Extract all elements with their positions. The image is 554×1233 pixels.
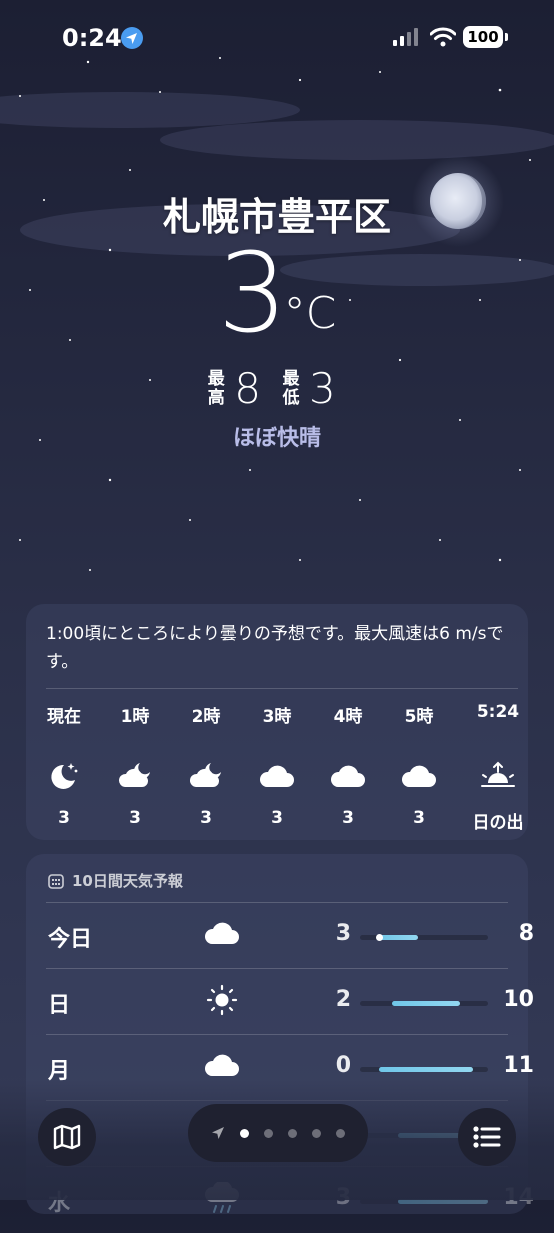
hour-temp: 3 <box>58 808 70 828</box>
divider <box>46 688 518 689</box>
hour-time: 現在 <box>47 707 81 727</box>
cellular-signal-icon <box>393 28 418 46</box>
page-dot[interactable] <box>288 1128 297 1138</box>
calendar-icon <box>48 873 64 889</box>
forecast-summary: 1:00頃にところにより曇りの予想です。最大風速は6 m/sです。 <box>46 624 504 672</box>
day-low: 0 <box>335 1053 351 1078</box>
hour-temp: 3 <box>342 808 354 828</box>
status-time: 0:24 <box>62 24 122 52</box>
temp-range-fill <box>379 1067 473 1072</box>
day-row[interactable]: 今日 3 8 <box>46 902 534 969</box>
hour-item: 4時 3 <box>312 702 384 828</box>
page-dot[interactable] <box>312 1128 321 1138</box>
cloud-moon-icon <box>189 763 221 787</box>
location-list-button[interactable] <box>458 1108 516 1166</box>
temp-range-bar <box>360 1067 488 1072</box>
low-label: 最低 <box>282 368 300 408</box>
hour-temp: 3 <box>129 808 141 828</box>
map-icon <box>53 1124 81 1150</box>
day-row[interactable]: 日 2 10 <box>46 968 534 1035</box>
hour-temp: 日の出 <box>472 813 524 833</box>
day-high: 8 <box>518 921 534 946</box>
page-dot[interactable] <box>336 1128 345 1138</box>
cloud-moon-icon <box>118 763 150 787</box>
day-name: 日 <box>48 993 71 1018</box>
wifi-icon <box>430 27 456 47</box>
hour-item: 2時 3 <box>170 702 242 828</box>
day-name: 今日 <box>48 927 93 952</box>
moon-stars-icon <box>51 763 78 789</box>
high-low-temps: 最高 8 最低 3 <box>0 364 554 413</box>
map-button[interactable] <box>38 1108 96 1166</box>
battery-indicator: 100 <box>463 26 508 48</box>
low-temp: 3 <box>309 364 336 413</box>
cloud-icon <box>401 765 436 787</box>
current-temperature: 3°C <box>0 238 554 348</box>
hour-temp: 3 <box>413 808 425 828</box>
day-low: 3 <box>335 921 351 946</box>
high-label: 最高 <box>207 368 225 408</box>
cloud-icon <box>204 922 239 944</box>
page-dot[interactable] <box>240 1128 249 1138</box>
cloud-icon <box>259 765 294 787</box>
hourly-forecast-card[interactable]: 1:00頃にところにより曇りの予想です。最大風速は6 m/sです。 現在 3 1… <box>26 604 528 840</box>
ten-day-header: 10日間天気予報 <box>48 870 183 891</box>
current-temp-value: 3 <box>217 229 288 357</box>
hour-item: 5:24 日の出 <box>462 702 534 833</box>
current-location-icon <box>212 1127 224 1139</box>
cloud-icon <box>330 765 365 787</box>
cloud-icon <box>204 1054 239 1076</box>
hour-item: 現在 3 <box>28 702 100 828</box>
hour-time: 1時 <box>120 707 150 727</box>
sun-icon <box>206 984 238 1016</box>
day-low: 2 <box>335 987 351 1012</box>
page-dot[interactable] <box>264 1128 273 1138</box>
temp-range-fill <box>379 935 418 940</box>
hour-time: 4時 <box>333 707 363 727</box>
temp-unit: °C <box>283 288 337 339</box>
page-indicator[interactable] <box>188 1104 368 1162</box>
hour-item: 1時 3 <box>99 702 171 828</box>
hour-temp: 3 <box>271 808 283 828</box>
condition-text: ほぼ快晴 <box>232 426 321 451</box>
temp-range-bar <box>360 934 488 941</box>
day-high: 11 <box>503 1053 534 1078</box>
day-high: 10 <box>503 987 534 1012</box>
status-bar: 0:24 100 <box>0 0 554 76</box>
hour-item: 5時 3 <box>383 702 455 828</box>
hour-time: 2時 <box>191 707 221 727</box>
ten-day-title: 10日間天気予報 <box>72 872 183 890</box>
sunrise-icon <box>481 761 515 787</box>
hour-time: 5時 <box>404 707 434 727</box>
hour-time: 3時 <box>262 707 292 727</box>
list-icon <box>473 1126 501 1148</box>
high-temp: 8 <box>234 364 261 413</box>
location-arrow-icon <box>121 27 143 49</box>
hour-time: 5:24 <box>476 702 520 722</box>
hourly-list[interactable]: 現在 3 1時 3 2時 3 3時 3 4時 3 5時 3 5:24 日の出 <box>26 702 528 833</box>
hour-temp: 3 <box>200 808 212 828</box>
temp-range-fill <box>392 1001 460 1006</box>
hour-item: 3時 3 <box>241 702 313 828</box>
temp-range-bar <box>360 1001 488 1006</box>
